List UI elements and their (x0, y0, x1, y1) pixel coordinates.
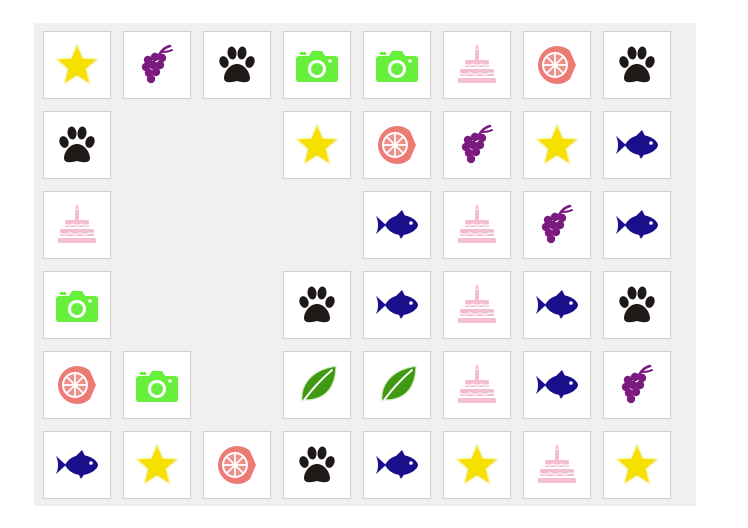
game-tile[interactable] (283, 31, 351, 99)
paw-icon (612, 280, 662, 330)
fish-icon (372, 440, 422, 490)
game-tile[interactable] (43, 431, 111, 499)
game-tile[interactable] (603, 111, 671, 179)
fish-icon (532, 280, 582, 330)
paw-icon (52, 120, 102, 170)
camera-icon (52, 280, 102, 330)
game-tile[interactable] (523, 191, 591, 259)
grapes-icon (132, 40, 182, 90)
game-tile[interactable] (363, 271, 431, 339)
star-icon (132, 440, 182, 490)
fish-icon (612, 200, 662, 250)
game-tile[interactable] (363, 191, 431, 259)
orange-slice-icon (212, 440, 262, 490)
orange-slice-icon (52, 360, 102, 410)
paw-icon (292, 280, 342, 330)
paw-icon (212, 40, 262, 90)
leaf-icon (372, 360, 422, 410)
game-tile[interactable] (43, 31, 111, 99)
grapes-icon (532, 200, 582, 250)
game-tile[interactable] (283, 271, 351, 339)
game-tile[interactable] (43, 271, 111, 339)
star-icon (612, 440, 662, 490)
fish-icon (612, 120, 662, 170)
game-tile[interactable] (123, 351, 191, 419)
game-tile[interactable] (443, 351, 511, 419)
grapes-icon (452, 120, 502, 170)
game-tile[interactable] (443, 271, 511, 339)
star-icon (292, 120, 342, 170)
game-tile[interactable] (523, 351, 591, 419)
game-tile[interactable] (123, 31, 191, 99)
game-tile[interactable] (443, 191, 511, 259)
game-tile[interactable] (363, 111, 431, 179)
leaf-icon (292, 360, 342, 410)
camera-icon (132, 360, 182, 410)
game-tile[interactable] (203, 31, 271, 99)
cake-icon (452, 280, 502, 330)
game-tile[interactable] (443, 111, 511, 179)
paw-icon (292, 440, 342, 490)
game-tile[interactable] (43, 351, 111, 419)
grapes-icon (612, 360, 662, 410)
game-tile[interactable] (283, 351, 351, 419)
orange-slice-icon (532, 40, 582, 90)
orange-slice-icon (372, 120, 422, 170)
game-tile[interactable] (603, 351, 671, 419)
game-tile[interactable] (523, 431, 591, 499)
cake-icon (532, 440, 582, 490)
game-tile[interactable] (283, 111, 351, 179)
fish-icon (52, 440, 102, 490)
game-tile[interactable] (283, 431, 351, 499)
game-tile[interactable] (363, 351, 431, 419)
star-icon (52, 40, 102, 90)
camera-icon (292, 40, 342, 90)
cake-icon (452, 200, 502, 250)
fish-icon (372, 200, 422, 250)
fish-icon (372, 280, 422, 330)
cake-icon (452, 360, 502, 410)
cake-icon (452, 40, 502, 90)
game-tile[interactable] (603, 271, 671, 339)
game-tile[interactable] (203, 431, 271, 499)
cake-icon (52, 200, 102, 250)
game-tile[interactable] (603, 31, 671, 99)
game-board (34, 23, 696, 506)
fish-icon (532, 360, 582, 410)
game-tile[interactable] (363, 431, 431, 499)
game-tile[interactable] (443, 431, 511, 499)
game-tile[interactable] (363, 31, 431, 99)
game-tile[interactable] (603, 191, 671, 259)
star-icon (532, 120, 582, 170)
game-tile[interactable] (523, 271, 591, 339)
paw-icon (612, 40, 662, 90)
game-tile[interactable] (43, 111, 111, 179)
game-tile[interactable] (523, 31, 591, 99)
camera-icon (372, 40, 422, 90)
game-tile[interactable] (603, 431, 671, 499)
game-tile[interactable] (123, 431, 191, 499)
game-tile[interactable] (43, 191, 111, 259)
star-icon (452, 440, 502, 490)
game-tile[interactable] (523, 111, 591, 179)
game-tile[interactable] (443, 31, 511, 99)
